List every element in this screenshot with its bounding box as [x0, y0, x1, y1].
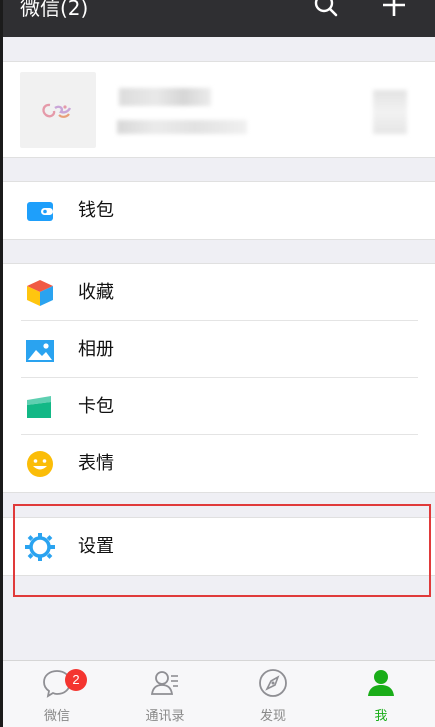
- card-icon: [27, 396, 51, 418]
- menu-item-cards[interactable]: 卡包: [3, 378, 435, 435]
- menu-label-cards: 卡包: [78, 396, 114, 417]
- tab-label-discover: 发现: [259, 709, 286, 724]
- tab-chats[interactable]: 2 微信: [3, 661, 111, 727]
- tab-me[interactable]: 我: [327, 661, 435, 727]
- tab-label-contacts: 通讯录: [145, 709, 185, 724]
- header-title: 微信(2): [20, 0, 89, 20]
- menu-label-settings: 设置: [78, 536, 114, 557]
- tab-contacts[interactable]: 通讯录: [111, 661, 219, 727]
- unread-badge: 2: [65, 669, 87, 691]
- wallet-icon: [27, 202, 53, 221]
- profile-card[interactable]: [3, 61, 435, 158]
- tab-label-chats: 微信: [43, 709, 70, 724]
- menu-item-favorites[interactable]: 收藏: [3, 264, 435, 321]
- left-edge: [0, 0, 3, 727]
- compass-icon: [259, 669, 287, 697]
- menu-item-stickers[interactable]: 表情: [3, 435, 435, 492]
- plus-icon[interactable]: [380, 0, 408, 20]
- bottom-tab-bar: 2 微信 通讯录 发现 我: [3, 660, 435, 727]
- settings-group: 设置: [3, 517, 435, 576]
- features-group: 收藏 相册 卡包 表情: [3, 263, 435, 493]
- blurred-wechat-id: [117, 120, 247, 134]
- menu-item-album[interactable]: 相册: [3, 321, 435, 378]
- top-header: 微信(2): [0, 0, 435, 37]
- favorites-cube-icon: [27, 280, 53, 306]
- smiley-icon: [27, 451, 53, 477]
- blurred-qr-code[interactable]: [373, 90, 407, 134]
- avatar[interactable]: [20, 72, 96, 148]
- wallet-group: 钱包: [3, 181, 435, 240]
- gear-icon: [25, 533, 55, 561]
- wechat-me-screen: 微信(2) 钱包 收藏 相册 卡包 表情 设置 2 微信 通讯录 发现 我: [0, 0, 435, 727]
- search-icon[interactable]: [312, 0, 340, 20]
- menu-label-stickers: 表情: [78, 453, 114, 474]
- menu-label-favorites: 收藏: [78, 282, 114, 303]
- menu-label-wallet: 钱包: [78, 200, 114, 221]
- menu-label-album: 相册: [78, 339, 114, 360]
- avatar-logo-icon: [42, 103, 72, 118]
- tab-discover[interactable]: 发现: [219, 661, 327, 727]
- album-icon: [26, 340, 54, 362]
- tab-label-me: 我: [374, 709, 388, 724]
- person-icon: [368, 670, 394, 696]
- menu-item-settings[interactable]: 设置: [3, 518, 435, 575]
- menu-item-wallet[interactable]: 钱包: [3, 182, 435, 239]
- blurred-nickname: [119, 88, 211, 106]
- contacts-icon: [150, 671, 178, 695]
